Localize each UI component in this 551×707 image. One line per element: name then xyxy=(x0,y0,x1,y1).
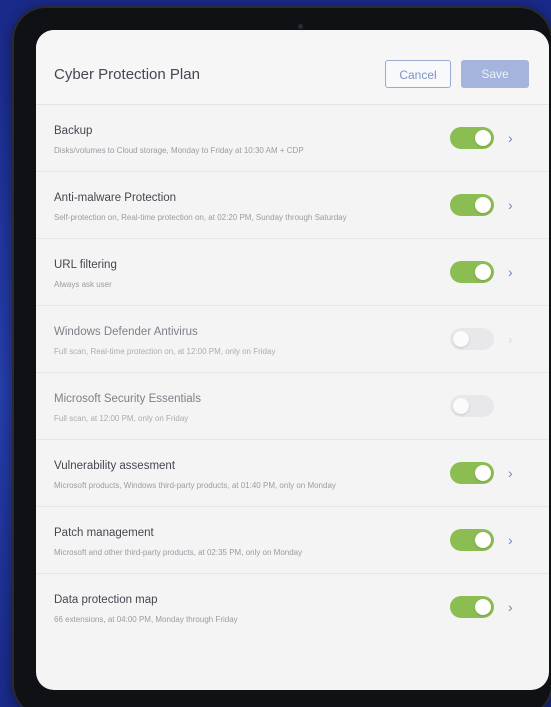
windows-defender-toggle[interactable] xyxy=(450,328,494,350)
plan-row-security-essentials[interactable]: Microsoft Security Essentials Full scan,… xyxy=(36,373,549,440)
app-screen: Cyber Protection Plan Cancel Save Backup… xyxy=(36,30,549,690)
row-subtitle: Microsoft and other third-party products… xyxy=(54,548,303,557)
toggle-knob xyxy=(475,264,491,280)
row-subtitle: 66 extensions, at 04:00 PM, Monday throu… xyxy=(54,615,238,624)
tablet-frame: Cyber Protection Plan Cancel Save Backup… xyxy=(12,6,551,707)
plan-row-anti-malware[interactable]: Anti-malware Protection Self-protection … xyxy=(36,172,549,239)
toggle-knob xyxy=(453,398,469,414)
plan-row-patch-management[interactable]: Patch management Microsoft and other thi… xyxy=(36,507,549,574)
row-title: Backup xyxy=(54,125,93,137)
chevron-right-icon[interactable]: › xyxy=(508,463,513,483)
row-subtitle: Microsoft products, Windows third-party … xyxy=(54,481,336,490)
page-title: Cyber Protection Plan xyxy=(54,66,200,83)
toggle-knob xyxy=(475,465,491,481)
plan-row-windows-defender[interactable]: Windows Defender Antivirus Full scan, Re… xyxy=(36,306,549,373)
chevron-right-icon[interactable]: › xyxy=(508,530,513,550)
plan-row-url-filtering[interactable]: URL filtering Always ask user › xyxy=(36,239,549,306)
chevron-right-icon[interactable]: › xyxy=(508,329,513,349)
row-title: Vulnerability assesment xyxy=(54,460,176,472)
data-protection-map-toggle[interactable] xyxy=(450,596,494,618)
camera-dot xyxy=(298,24,303,29)
plan-row-vulnerability[interactable]: Vulnerability assesment Microsoft produc… xyxy=(36,440,549,507)
row-subtitle: Disks/volumes to Cloud storage, Monday t… xyxy=(54,146,304,155)
chevron-right-icon[interactable]: › xyxy=(508,262,513,282)
row-title: Data protection map xyxy=(54,594,158,606)
plan-header: Cyber Protection Plan Cancel Save xyxy=(36,30,549,105)
toggle-knob xyxy=(475,197,491,213)
row-title: Microsoft Security Essentials xyxy=(54,393,201,405)
row-subtitle: Always ask user xyxy=(54,280,112,289)
save-button[interactable]: Save xyxy=(461,60,529,88)
row-subtitle: Full scan, Real-time protection on, at 1… xyxy=(54,347,276,356)
anti-malware-toggle[interactable] xyxy=(450,194,494,216)
toggle-knob xyxy=(475,532,491,548)
row-title: Patch management xyxy=(54,527,154,539)
row-title: URL filtering xyxy=(54,259,117,271)
toggle-knob xyxy=(453,331,469,347)
url-filtering-toggle[interactable] xyxy=(450,261,494,283)
patch-management-toggle[interactable] xyxy=(450,529,494,551)
row-subtitle: Full scan, at 12:00 PM, only on Friday xyxy=(54,414,189,423)
vulnerability-toggle[interactable] xyxy=(450,462,494,484)
cancel-button[interactable]: Cancel xyxy=(385,60,451,88)
chevron-right-icon[interactable]: › xyxy=(508,128,513,148)
protection-list: Backup Disks/volumes to Cloud storage, M… xyxy=(36,105,549,640)
chevron-right-icon[interactable]: › xyxy=(508,195,513,215)
row-title: Anti-malware Protection xyxy=(54,192,177,204)
plan-row-backup[interactable]: Backup Disks/volumes to Cloud storage, M… xyxy=(36,105,549,172)
chevron-right-icon[interactable]: › xyxy=(508,597,513,617)
row-title: Windows Defender Antivirus xyxy=(54,326,198,338)
backup-toggle[interactable] xyxy=(450,127,494,149)
plan-row-data-protection-map[interactable]: Data protection map 66 extensions, at 04… xyxy=(36,574,549,640)
toggle-knob xyxy=(475,130,491,146)
toggle-knob xyxy=(475,599,491,615)
security-essentials-toggle[interactable] xyxy=(450,395,494,417)
row-subtitle: Self-protection on, Real-time protection… xyxy=(54,213,347,222)
